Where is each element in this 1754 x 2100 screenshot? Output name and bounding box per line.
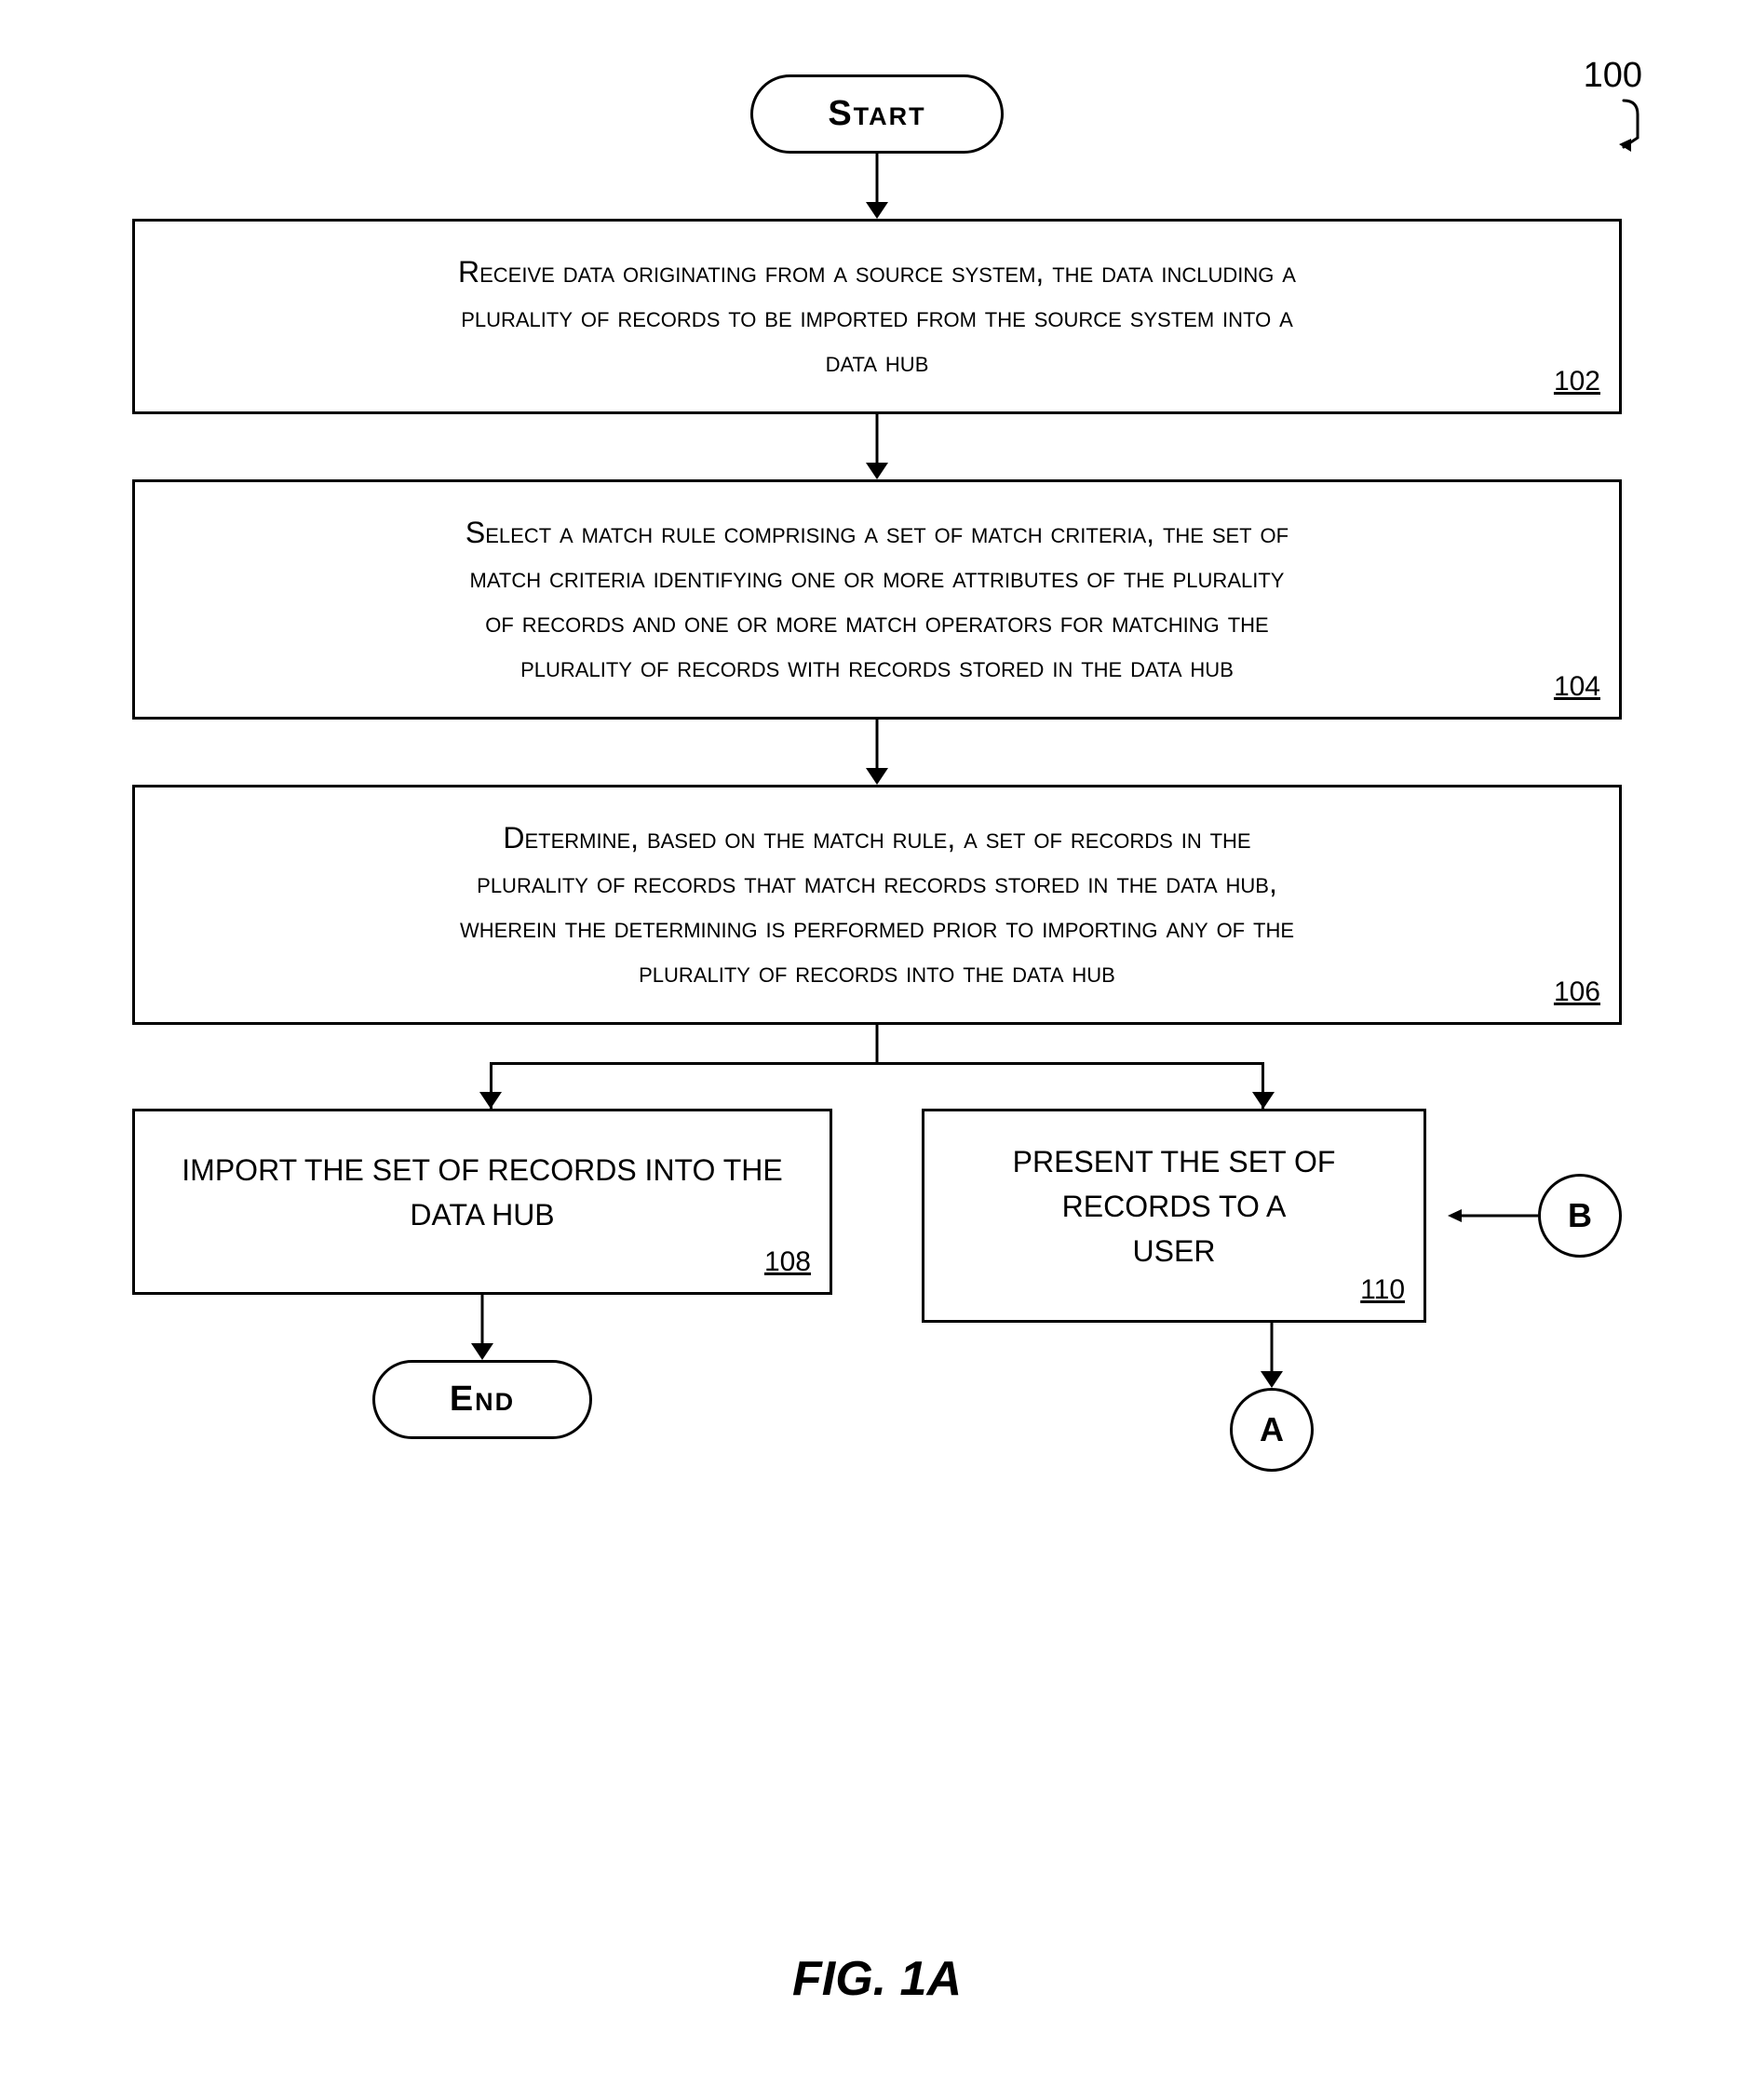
branch-split	[132, 1025, 1622, 1109]
arrow-108-to-end	[132, 1295, 832, 1360]
connector-b-label: B	[1568, 1196, 1592, 1235]
b-arrow	[1445, 1202, 1538, 1230]
flowchart: Start Receive data originating from a so…	[132, 74, 1622, 1472]
split-horizontal	[490, 1062, 1264, 1065]
arrow-start-to-102	[132, 154, 1622, 219]
end-label: End	[450, 1380, 515, 1419]
arrow-102-to-104	[132, 414, 1622, 479]
step-110-box: Present the set of records to auser 110	[922, 1109, 1426, 1323]
start-terminal: Start	[750, 74, 1003, 154]
end-node: End	[372, 1360, 592, 1439]
step-108-box: Import the set of records into thedata h…	[132, 1109, 832, 1295]
step-106-text: Determine, based on the match rule, a se…	[460, 821, 1294, 989]
connector-a: A	[1230, 1388, 1314, 1472]
end-terminal: End	[372, 1360, 592, 1439]
step-108-ref: 108	[764, 1241, 811, 1283]
step-102-text: Receive data originating from a source s…	[458, 255, 1296, 378]
step-106-box: Determine, based on the match rule, a se…	[132, 785, 1622, 1025]
step-104-ref: 104	[1554, 666, 1600, 707]
step-110-ref: 110	[1360, 1269, 1405, 1311]
split-vertical	[876, 1025, 879, 1062]
step-102-box: Receive data originating from a source s…	[132, 219, 1622, 414]
step-110-text: Present the set of records to auser	[952, 1139, 1396, 1273]
arrow-104-to-106	[132, 720, 1622, 785]
branch-boxes: Import the set of records into thedata h…	[132, 1109, 1622, 1472]
page: 100 Start Receive data originating from …	[0, 0, 1754, 2100]
step-108-text: Import the set of records into thedata h…	[182, 1148, 782, 1237]
arrow-right-head	[1252, 1092, 1275, 1109]
step-104-box: Select a match rule comprising a set of …	[132, 479, 1622, 720]
connector-a-label: A	[1260, 1410, 1284, 1449]
step-110-with-b: Present the set of records to auser 110 …	[922, 1109, 1622, 1323]
left-branch: Import the set of records into thedata h…	[132, 1109, 832, 1472]
step-104-text: Select a match rule comprising a set of …	[465, 516, 1289, 683]
figure-caption: FIG. 1A	[792, 1951, 962, 2007]
b-connector-group: B	[1445, 1174, 1622, 1258]
step-106-ref: 106	[1554, 971, 1600, 1013]
connector-a-container: A	[1107, 1388, 1436, 1472]
right-branch: Present the set of records to auser 110 …	[922, 1109, 1622, 1472]
start-node: Start	[132, 74, 1622, 154]
step-102-ref: 102	[1554, 360, 1600, 402]
arrow-110-to-a	[1107, 1323, 1436, 1388]
arrow-left-head	[479, 1092, 502, 1109]
start-label: Start	[828, 94, 925, 133]
connector-b: B	[1538, 1174, 1622, 1258]
